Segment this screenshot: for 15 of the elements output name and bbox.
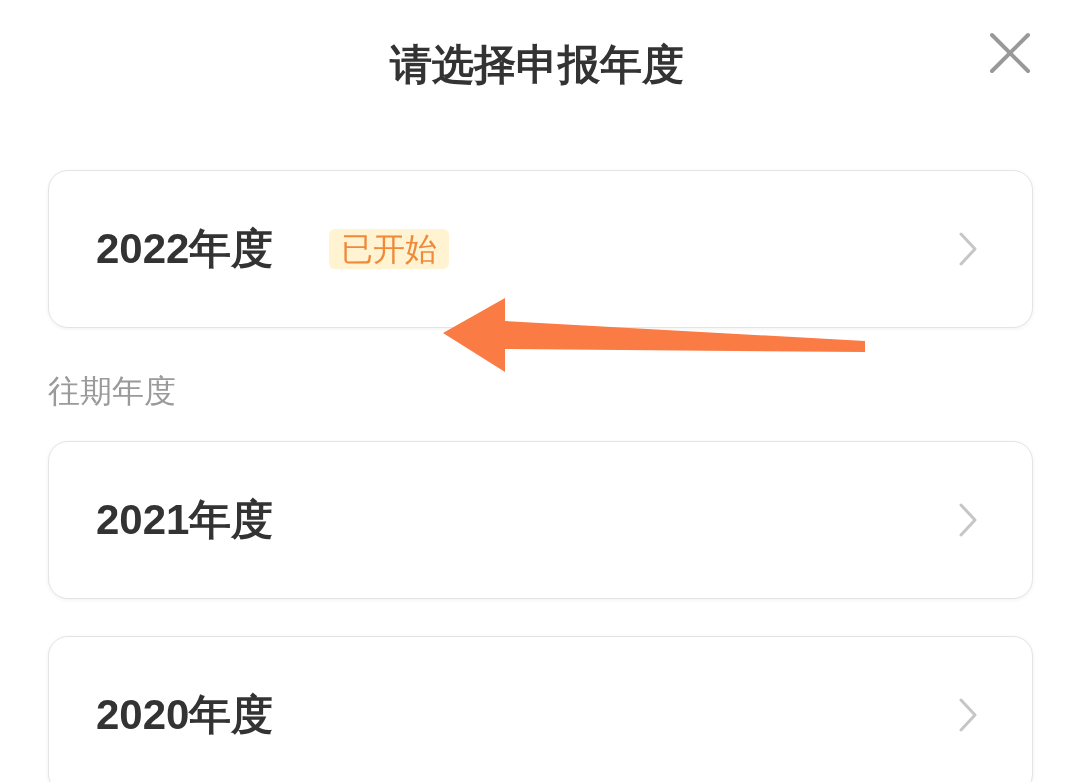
year-card[interactable]: 2021年度: [48, 441, 1033, 599]
chevron-right-icon: [959, 232, 977, 266]
close-button[interactable]: [989, 32, 1031, 74]
year-label: 2022年度: [96, 224, 274, 274]
arrow-icon: [443, 298, 865, 372]
dialog-title: 请选择申报年度: [389, 39, 684, 90]
close-icon: [989, 32, 1031, 74]
year-label: 2020年度: [96, 690, 274, 740]
section-heading: 往期年度: [48, 372, 176, 411]
status-tag: 已开始: [329, 229, 450, 269]
chevron-right-icon: [959, 698, 977, 732]
year-label: 2021年度: [96, 495, 274, 545]
year-card[interactable]: 2022年度 已开始: [48, 170, 1033, 328]
year-card[interactable]: 2020年度: [48, 636, 1033, 782]
chevron-right-icon: [959, 503, 977, 537]
